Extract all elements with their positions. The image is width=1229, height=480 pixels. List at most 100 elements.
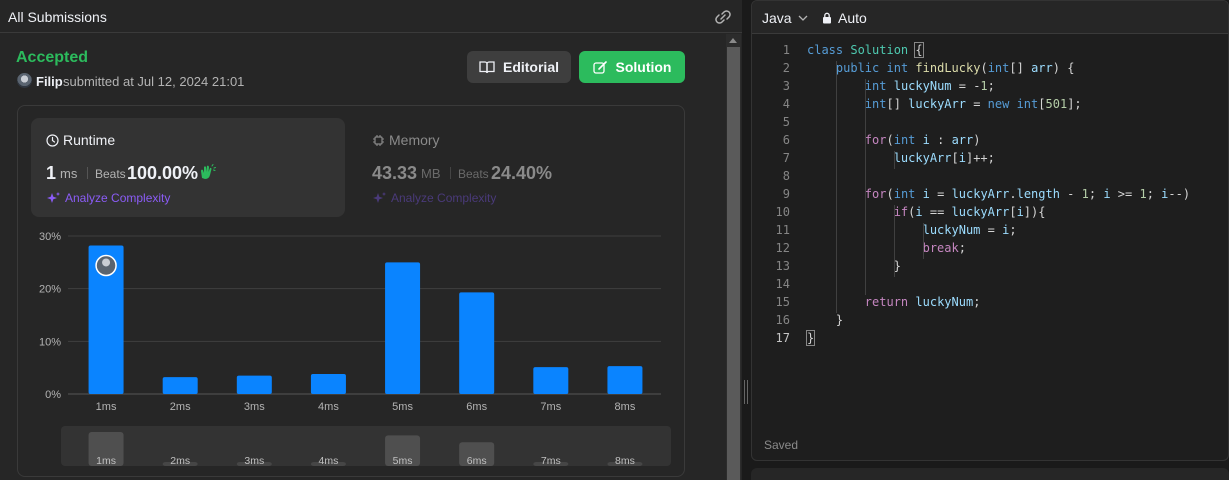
- code-text: }: [807, 259, 901, 273]
- header-title[interactable]: All Submissions: [8, 9, 107, 25]
- code-text: int[] luckyArr = new int[501];: [864, 97, 1082, 111]
- code-line[interactable]: 8: [752, 167, 1228, 185]
- edit-icon: [592, 60, 607, 74]
- code-editor-panel: Java Auto 1 class Solution {2 public int …: [751, 0, 1229, 461]
- runtime-label-text: Runtime: [63, 132, 116, 148]
- runtime-beats-value: 100.00%: [127, 163, 199, 183]
- code-text: break;: [922, 241, 966, 255]
- book-icon: [479, 61, 495, 74]
- code-line[interactable]: 5: [752, 113, 1228, 131]
- code-line[interactable]: 10 if(i == luckyArr[i]){: [752, 203, 1228, 221]
- indent-guide: [836, 61, 837, 313]
- memory-label[interactable]: Memory: [372, 132, 440, 148]
- submissions-header: All Submissions: [0, 0, 742, 33]
- runtime-analyze-label: Analyze Complexity: [65, 191, 171, 205]
- runtime-value: 1: [46, 163, 57, 183]
- memory-beats-label: Beats: [458, 167, 489, 181]
- code-line[interactable]: 3 int luckyNum = -1;: [752, 77, 1228, 95]
- line-number: 17: [775, 331, 790, 345]
- code-line[interactable]: 16 }: [752, 311, 1228, 329]
- line-number: 7: [782, 151, 790, 165]
- line-number: 1: [782, 43, 790, 57]
- auto-mode[interactable]: Auto: [822, 10, 867, 26]
- indent-guide: [923, 223, 924, 259]
- code-text: return luckyNum;: [864, 295, 981, 309]
- sparkle-icon: [47, 192, 60, 203]
- mode-label: Auto: [838, 10, 867, 26]
- code-line[interactable]: 13 }: [752, 257, 1228, 275]
- chart-bar[interactable]: [162, 377, 198, 394]
- chart-bar[interactable]: [385, 262, 421, 394]
- memory-label-text: Memory: [389, 132, 440, 148]
- divider: [87, 167, 88, 179]
- solution-button[interactable]: Solution: [579, 51, 685, 83]
- memory-beats-value: 24.40%: [491, 163, 553, 183]
- memory-unit: MB: [421, 166, 441, 181]
- code-text: if(i == luckyArr[i]){: [893, 205, 1046, 219]
- code-line[interactable]: 14: [752, 275, 1228, 293]
- code-line[interactable]: 7 luckyArr[i]++;: [752, 149, 1228, 167]
- line-number: 10: [775, 205, 790, 219]
- chart-bar[interactable]: [310, 373, 346, 394]
- indent-guide: [894, 205, 895, 277]
- code-text: }: [807, 313, 844, 327]
- code-line[interactable]: 9 for(int i = luckyArr.length - 1; i >= …: [752, 185, 1228, 203]
- chart-bar[interactable]: [88, 245, 124, 394]
- memory-analyze-complexity[interactable]: Analyze Complexity: [372, 191, 496, 205]
- chevron-down-icon: [798, 15, 808, 21]
- code-line[interactable]: 15 return luckyNum;: [752, 293, 1228, 311]
- runtime-analyze-complexity[interactable]: Analyze Complexity: [46, 191, 170, 205]
- panel-resize-handle[interactable]: [744, 380, 748, 404]
- code-text: }: [805, 330, 816, 346]
- submission-panel: All Submissions Accepted Filip submitted…: [0, 0, 742, 480]
- code-text: luckyNum = i;: [922, 223, 1017, 237]
- status-accepted: Accepted: [16, 49, 89, 66]
- line-number: 15: [775, 295, 790, 309]
- clock-icon: [46, 133, 59, 147]
- memory-analyze-label: Analyze Complexity: [391, 191, 497, 205]
- code-line[interactable]: 12 break;: [752, 239, 1228, 257]
- avatar[interactable]: [17, 73, 32, 88]
- code-editor[interactable]: 1 class Solution {2 public int findLucky(…: [752, 41, 1228, 421]
- language-select[interactable]: Java: [762, 10, 808, 26]
- runtime-unit: ms: [60, 166, 78, 181]
- line-number: 6: [782, 133, 790, 147]
- scroll-up-arrow[interactable]: [729, 38, 737, 43]
- editor-header: Java Auto: [752, 1, 1228, 34]
- chart-bar[interactable]: [533, 367, 569, 394]
- line-number: 5: [782, 115, 790, 129]
- code-text: class Solution {: [807, 42, 924, 58]
- editorial-label: Editorial: [502, 59, 559, 75]
- chart-bar[interactable]: [459, 292, 495, 394]
- line-number: 11: [775, 223, 790, 237]
- code-line[interactable]: 17}: [752, 329, 1228, 347]
- solution-label: Solution: [615, 59, 672, 75]
- line-number: 14: [775, 277, 790, 291]
- line-number: 8: [782, 169, 790, 183]
- code-line[interactable]: 6 for(int i : arr): [752, 131, 1228, 149]
- code-line[interactable]: 2 public int findLucky(int[] arr) {: [752, 59, 1228, 77]
- chip-icon: [373, 134, 384, 146]
- runtime-beats-label: Beats: [95, 167, 126, 181]
- line-number: 4: [782, 97, 790, 111]
- submitted-timestamp: submitted at Jul 12, 2024 21:01: [63, 74, 245, 89]
- line-number: 2: [782, 61, 790, 75]
- scrollbar-thumb[interactable]: [727, 47, 740, 480]
- line-number: 9: [782, 187, 790, 201]
- code-line[interactable]: 4 int[] luckyArr = new int[501];: [752, 95, 1228, 113]
- submitter-name[interactable]: Filip: [36, 74, 63, 89]
- code-text: public int findLucky(int[] arr) {: [835, 61, 1075, 75]
- editorial-button[interactable]: Editorial: [467, 51, 571, 83]
- memory-value: 43.33: [372, 163, 418, 183]
- link-icon[interactable]: [713, 9, 733, 25]
- code-line[interactable]: 11 luckyNum = i;: [752, 221, 1228, 239]
- line-number: 3: [782, 79, 790, 93]
- chart-bar[interactable]: [607, 366, 643, 394]
- code-line[interactable]: 1 class Solution {: [752, 41, 1228, 59]
- indent-guide: [865, 79, 866, 295]
- lock-icon: [823, 12, 831, 24]
- save-status: Saved: [764, 438, 799, 452]
- code-text: for(int i : arr): [864, 133, 981, 147]
- chart-bar[interactable]: [236, 375, 272, 394]
- line-number: 12: [775, 241, 790, 255]
